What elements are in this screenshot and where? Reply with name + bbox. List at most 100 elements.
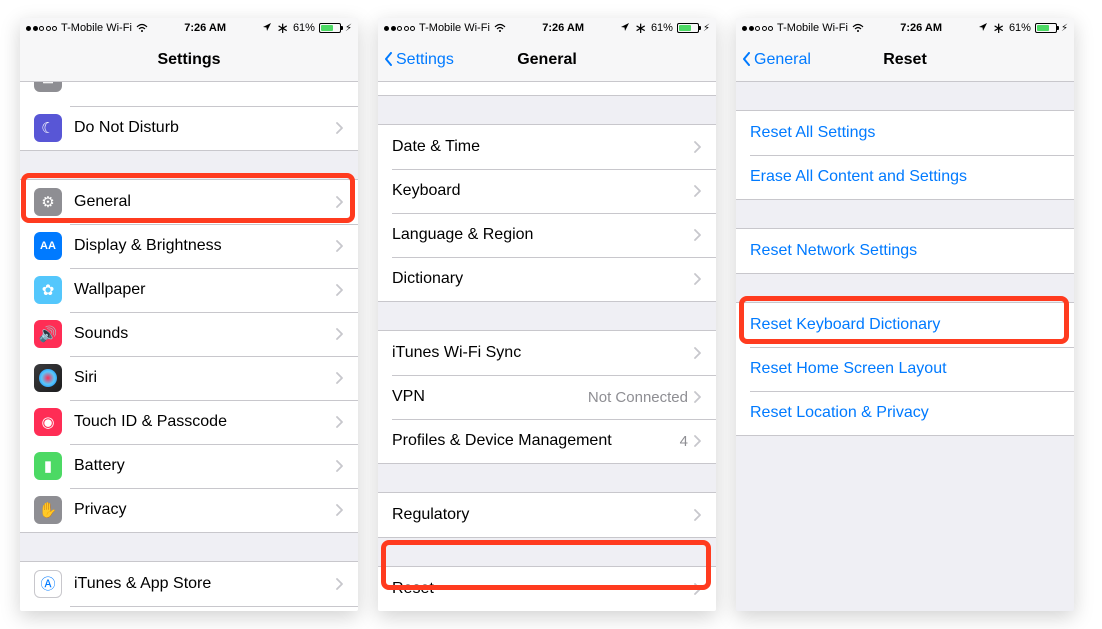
moon-icon: ☾ (34, 114, 62, 142)
row-label: Erase All Content and Settings (750, 168, 1060, 186)
row-detail: Not Connected (588, 389, 688, 406)
battery-pct-label: 61% (293, 22, 315, 34)
signal-strength-icon (742, 26, 773, 31)
hand-icon: ✋ (34, 496, 62, 524)
general-row-dictionary[interactable]: Dictionary (378, 257, 716, 301)
general-row-ituneswifi[interactable]: iTunes Wi-Fi Sync (378, 331, 716, 375)
row-label: Reset Location & Privacy (750, 404, 1060, 422)
settings-row-sounds[interactable]: 🔊 Sounds (20, 312, 358, 356)
back-button[interactable]: Settings (384, 38, 454, 81)
status-bar: T-Mobile Wi-Fi 7:26 AM ∗ 61% ⚡︎ (378, 18, 716, 38)
clock-label: 7:26 AM (542, 22, 584, 34)
chevron-right-icon (694, 229, 702, 241)
battery-icon: ▮ (34, 452, 62, 480)
control-center-icon: ⊞ (34, 82, 62, 92)
row-label: Language & Region (392, 226, 694, 244)
carrier-label: T-Mobile Wi-Fi (777, 22, 848, 34)
chevron-right-icon (694, 141, 702, 153)
reset-row-erase[interactable]: Erase All Content and Settings (736, 155, 1074, 199)
battery-pct-label: 61% (651, 22, 673, 34)
chevron-right-icon (336, 240, 344, 252)
battery-icon (319, 23, 341, 33)
settings-row-itunes[interactable]: Ⓐ iTunes & App Store (20, 562, 358, 606)
phone-reset: T-Mobile Wi-Fi 7:26 AM ∗ 61% ⚡︎ General … (736, 18, 1074, 611)
general-row-language[interactable]: Language & Region (378, 213, 716, 257)
row-label: Reset Network Settings (750, 242, 1060, 260)
reset-row-location[interactable]: Reset Location & Privacy (736, 391, 1074, 435)
row-label: Privacy (74, 501, 336, 519)
chevron-right-icon (336, 284, 344, 296)
page-title: Settings (157, 51, 220, 69)
charging-icon: ⚡︎ (1061, 23, 1068, 34)
status-bar: T-Mobile Wi-Fi 7:26 AM ∗ 61% ⚡︎ (736, 18, 1074, 38)
charging-icon: ⚡︎ (703, 23, 710, 34)
chevron-right-icon (694, 347, 702, 359)
row-label: Regulatory (392, 506, 694, 524)
row-label: Reset Home Screen Layout (750, 360, 1060, 378)
settings-row-general[interactable]: ⚙︎ General (20, 180, 358, 224)
general-row-reset[interactable]: Reset (378, 567, 716, 611)
row-detail: 4 (680, 433, 688, 450)
reset-row-home[interactable]: Reset Home Screen Layout (736, 347, 1074, 391)
chevron-right-icon (336, 578, 344, 590)
page-title: Reset (883, 51, 927, 69)
row-label: Reset Keyboard Dictionary (750, 316, 1060, 334)
general-row-vpn[interactable]: VPN Not Connected (378, 375, 716, 419)
settings-row-control-center[interactable]: ⊞ (20, 82, 358, 106)
location-icon (620, 22, 630, 35)
row-label: Reset All Settings (750, 124, 1060, 142)
general-row-profiles[interactable]: Profiles & Device Management 4 (378, 419, 716, 463)
fingerprint-icon: ◉ (34, 408, 62, 436)
wifi-icon (494, 23, 506, 33)
row-label: Touch ID & Passcode (74, 413, 336, 431)
row-label: Wallpaper (74, 281, 336, 299)
chevron-right-icon (336, 460, 344, 472)
settings-row-wallet[interactable]: 💳 Wallet & Apple Pay (20, 606, 358, 611)
location-icon (262, 22, 272, 35)
chevron-right-icon (336, 416, 344, 428)
row-label: Battery (74, 457, 336, 475)
battery-icon (1035, 23, 1057, 33)
row-label: Date & Time (392, 138, 694, 156)
chevron-right-icon (336, 372, 344, 384)
row-label: General (74, 193, 336, 211)
signal-strength-icon (384, 26, 415, 31)
settings-row-privacy[interactable]: ✋ Privacy (20, 488, 358, 532)
settings-row-wallpaper[interactable]: ✿ Wallpaper (20, 268, 358, 312)
siri-icon (34, 364, 62, 392)
speaker-icon: 🔊 (34, 320, 62, 348)
settings-row-battery[interactable]: ▮ Battery (20, 444, 358, 488)
row-label: iTunes & App Store (74, 575, 336, 593)
clock-label: 7:26 AM (900, 22, 942, 34)
chevron-left-icon (384, 52, 394, 68)
back-label: General (754, 51, 811, 69)
reset-row-network[interactable]: Reset Network Settings (736, 229, 1074, 273)
back-label: Settings (396, 51, 454, 69)
clock-label: 7:26 AM (184, 22, 226, 34)
reset-row-keyboard[interactable]: Reset Keyboard Dictionary (736, 303, 1074, 347)
settings-row-siri[interactable]: Siri (20, 356, 358, 400)
battery-pct-label: 61% (1009, 22, 1031, 34)
signal-strength-icon (26, 26, 57, 31)
chevron-right-icon (336, 504, 344, 516)
row-label: Profiles & Device Management (392, 432, 680, 450)
row-label: Reset (392, 580, 694, 598)
general-row-regulatory[interactable]: Regulatory (378, 493, 716, 537)
back-button[interactable]: General (742, 38, 811, 81)
chevron-right-icon (336, 328, 344, 340)
nav-bar: Settings (20, 38, 358, 82)
bluetooth-icon: ∗ (992, 21, 1005, 36)
wifi-icon (136, 23, 148, 33)
settings-row-display[interactable]: AA Display & Brightness (20, 224, 358, 268)
row-label: Display & Brightness (74, 237, 336, 255)
appstore-icon: Ⓐ (34, 570, 62, 598)
reset-row-all[interactable]: Reset All Settings (736, 111, 1074, 155)
chevron-right-icon (694, 435, 702, 447)
settings-row-dnd[interactable]: ☾ Do Not Disturb (20, 106, 358, 150)
settings-row-touchid[interactable]: ◉ Touch ID & Passcode (20, 400, 358, 444)
general-row-datetime[interactable]: Date & Time (378, 125, 716, 169)
general-row-keyboard[interactable]: Keyboard (378, 169, 716, 213)
chevron-right-icon (336, 122, 344, 134)
chevron-right-icon (336, 196, 344, 208)
row-label: Siri (74, 369, 336, 387)
